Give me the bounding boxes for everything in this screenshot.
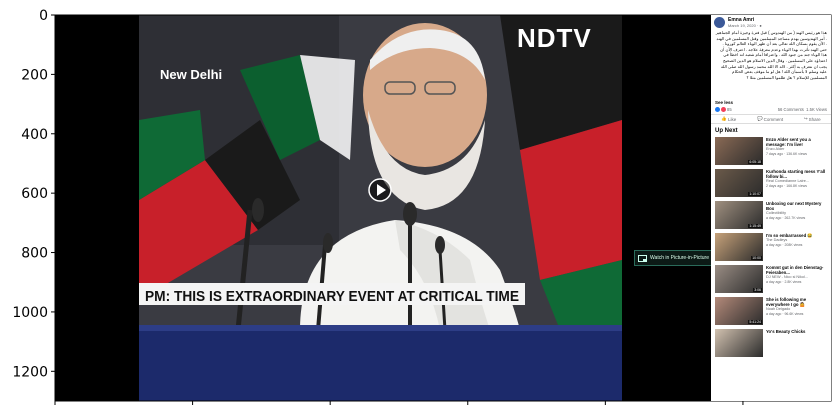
up-next-list: 6:05:18 Enzo Alder sent you a message: I'… xyxy=(711,136,831,360)
post-header: Emna Amri March 19, 2020 · ● xyxy=(711,15,831,30)
list-item[interactable]: 10:00 I'm so embarrassed 😂 The Dadleys a da… xyxy=(711,232,831,264)
comments-count[interactable]: 56 Comments xyxy=(778,107,804,112)
picture-in-picture-button[interactable]: Watch in Picture-in-Picture xyxy=(634,250,716,266)
x-axis: 05001000150020002500 xyxy=(54,401,744,405)
video-thumbnail[interactable]: 3:06 xyxy=(715,265,763,293)
pip-label: Watch in Picture-in-Picture xyxy=(650,255,709,261)
list-item[interactable]: 1:15:49 Unboxing our next Mystery Box Coll… xyxy=(711,200,831,232)
video-meta: a day ago · 208K views xyxy=(766,243,803,247)
y-axis: 0 200 400 600 800 1000 1200 xyxy=(12,8,55,380)
y-tick-label: 0 xyxy=(39,8,48,24)
video-thumbnail[interactable]: 1:15:49 xyxy=(715,201,763,229)
love-reaction-icon xyxy=(721,107,726,112)
video-thumbnail[interactable]: 6:05:18 xyxy=(715,137,763,165)
list-item[interactable]: 1:10:07 Kurhonda starting mess Y'all foll… xyxy=(711,168,831,200)
see-less-link[interactable]: See less xyxy=(711,98,831,105)
play-icon[interactable] xyxy=(368,178,392,202)
globe-icon: ● xyxy=(759,22,762,28)
comment-label: Comment xyxy=(763,116,784,122)
like-button[interactable]: 👍 Like xyxy=(721,116,736,122)
video-duration: 1:15:49 xyxy=(748,224,762,228)
avatar[interactable] xyxy=(714,17,725,28)
like-label: Like xyxy=(727,116,737,122)
video-title[interactable]: Unboxing our next Mystery Box xyxy=(766,201,827,211)
list-item[interactable]: Yo's Beauty Chicks xyxy=(711,328,831,360)
video-title[interactable]: Kommt gut in den Dienstag-Feieraben... xyxy=(766,265,827,275)
video-thumbnail[interactable]: 10:00 xyxy=(715,233,763,261)
post-date: March 19, 2020 · ● xyxy=(728,23,762,28)
video-title[interactable]: Enzo Alder sent you a message: I'm live! xyxy=(766,137,827,147)
caption-text: PM: THIS IS EXTRAORDINARY EVENT AT CRITI… xyxy=(145,288,519,305)
video-duration: 1:10:07 xyxy=(748,192,762,196)
comment-button[interactable]: 💬 Comment xyxy=(757,116,783,122)
comment-icon: 💬 xyxy=(756,116,763,121)
y-tick-label: 1000 xyxy=(12,305,48,321)
y-tick-label: 400 xyxy=(21,127,48,143)
video-title[interactable]: Yo's Beauty Chicks xyxy=(766,329,805,334)
y-tick-label: 600 xyxy=(21,186,48,202)
video-duration: 5:41:24 xyxy=(748,320,762,324)
post-actions: 👍 Like 💬 Comment ↪ Share xyxy=(711,114,831,124)
video-meta: a day ago · 96.6K views xyxy=(766,312,804,316)
like-reaction-icon xyxy=(715,107,720,112)
post-date-text: March 19, 2020 · xyxy=(728,22,760,28)
video-frame[interactable] xyxy=(55,15,711,401)
list-item[interactable]: 5:41:24 She is following me everywhere I … xyxy=(711,296,831,328)
ndtv-logo: NDTV xyxy=(517,23,592,53)
list-item[interactable]: 3:06 Kommt gut in den Dienstag-Feieraben.… xyxy=(711,264,831,296)
y-tick-label: 800 xyxy=(21,246,48,262)
video-meta: 7 days ago · 136.6K views xyxy=(766,152,808,156)
thumbs-up-icon: 👍 xyxy=(721,116,727,121)
video-thumbnail[interactable] xyxy=(715,329,763,357)
up-next-heading: Up Next xyxy=(715,128,738,134)
video-duration: 3:06 xyxy=(753,288,762,292)
reactions[interactable]: 85 xyxy=(715,107,732,112)
video-meta: a day ago · 262.7K views xyxy=(766,216,806,220)
video-duration: 10:00 xyxy=(751,256,762,260)
views-count: 1.5K Views xyxy=(806,107,827,112)
y-tick-label: 1200 xyxy=(12,364,48,380)
reactions-count: 85 xyxy=(727,107,732,112)
video-meta: 2 days ago · 166.8K views xyxy=(766,184,808,188)
video-thumbnail[interactable]: 1:10:07 xyxy=(715,169,763,197)
location-text: New Delhi xyxy=(160,67,222,82)
y-tick-label: 200 xyxy=(21,67,48,83)
share-label: Share xyxy=(808,116,821,122)
picture-in-picture-icon xyxy=(638,254,647,262)
video-meta: a day ago · 2.8K views xyxy=(766,280,802,284)
video-thumbnail[interactable]: 5:41:24 xyxy=(715,297,763,325)
share-button[interactable]: ↪ Share xyxy=(804,116,821,122)
share-icon: ↪ xyxy=(803,116,808,121)
video-title[interactable]: She is following me everywhere I go 🤷 xyxy=(766,297,827,307)
video-title[interactable]: Kurhonda starting mess Y'all follow bi..… xyxy=(766,169,827,179)
post-text: هذا هو رئيس الهند ( من الهندوس ) قبل فتر… xyxy=(715,30,827,80)
video-duration: 6:05:18 xyxy=(748,160,762,164)
post-stats: 85 56 Comments 1.5K Views xyxy=(711,105,831,114)
facebook-sidebar: Emna Amri March 19, 2020 · ● هذا هو رئيس… xyxy=(711,15,831,401)
list-item[interactable]: 6:05:18 Enzo Alder sent you a message: I'… xyxy=(711,136,831,168)
